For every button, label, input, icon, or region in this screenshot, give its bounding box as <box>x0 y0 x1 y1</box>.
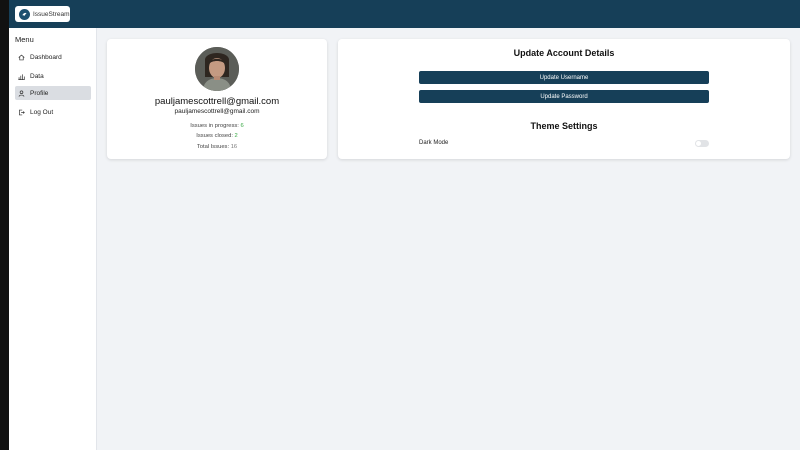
sidebar-item-label: Dashboard <box>30 53 62 61</box>
toggle-knob <box>696 141 701 146</box>
stat-in-progress: Issues in progress: 6 <box>107 123 327 129</box>
profile-name: pauljamescottrell@gmail.com <box>154 96 280 107</box>
theme-section-title: Theme Settings <box>530 121 598 131</box>
update-username-button[interactable]: Update Username <box>419 71 709 84</box>
stat-closed: Issues closed: 2 <box>107 133 327 139</box>
stat-value: 2 <box>234 133 238 139</box>
profile-email: pauljamescottrell@gmail.com <box>174 108 260 115</box>
home-icon <box>18 54 25 60</box>
avatar-photo <box>195 47 239 91</box>
stat-label: Issues in progress: <box>190 123 241 129</box>
dark-mode-label: Dark Mode <box>419 140 449 146</box>
app-logo[interactable]: IssueStream <box>15 6 70 22</box>
sidebar-item-logout[interactable]: Log Out <box>15 105 91 119</box>
stat-label: Issues closed: <box>196 133 235 139</box>
app-window: IssueStream Menu Dashboard Data Profile … <box>9 0 800 450</box>
sidebar: Menu Dashboard Data Profile Log Out <box>9 28 97 450</box>
sidebar-item-label: Data <box>30 72 44 80</box>
logout-icon <box>19 109 25 115</box>
avatar <box>195 47 239 91</box>
stat-value: 16 <box>230 144 238 150</box>
sidebar-item-label: Profile <box>30 89 49 97</box>
sidebar-item-label: Log Out <box>30 108 54 116</box>
user-icon <box>18 89 25 97</box>
sidebar-item-data[interactable]: Data <box>15 69 91 83</box>
sidebar-item-profile[interactable]: Profile <box>15 86 91 100</box>
menu-title: Menu <box>15 35 34 44</box>
update-password-button[interactable]: Update Password <box>419 90 709 103</box>
account-section-title: Update Account Details <box>513 48 615 58</box>
bird-logo-icon <box>19 8 30 20</box>
profile-card: pauljamescottrell@gmail.com pauljamescot… <box>107 39 327 159</box>
stat-value: 6 <box>240 123 244 129</box>
account-settings-card: Update Account Details Update Username U… <box>338 39 790 159</box>
app-name: IssueStream <box>33 10 70 18</box>
stat-label: Total Issues: <box>196 144 231 150</box>
top-bar: IssueStream <box>9 0 800 28</box>
bar-chart-icon <box>18 73 25 80</box>
sidebar-item-dashboard[interactable]: Dashboard <box>15 50 91 64</box>
dark-mode-toggle[interactable] <box>695 140 709 147</box>
stat-total: Total Issues: 16 <box>107 144 327 150</box>
